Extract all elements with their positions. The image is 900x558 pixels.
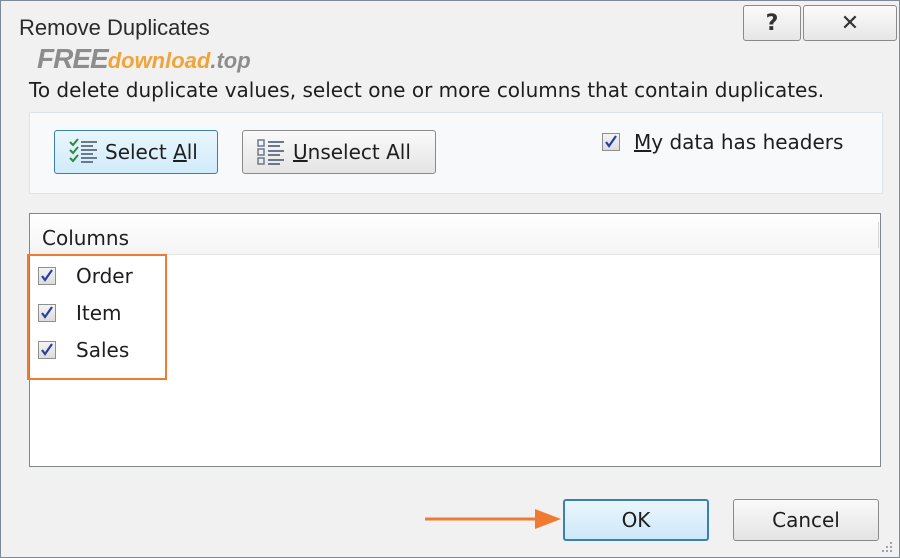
headers-checkbox-box[interactable] bbox=[602, 133, 620, 151]
help-icon: ? bbox=[765, 10, 779, 36]
select-all-icon bbox=[69, 138, 97, 163]
checkmark-icon bbox=[41, 306, 53, 319]
checkmark-icon bbox=[605, 135, 617, 148]
column-item-label: Item bbox=[76, 301, 122, 325]
watermark-tld: .top bbox=[210, 48, 251, 73]
select-all-button[interactable]: Select All bbox=[54, 130, 218, 174]
columns-header: Columns bbox=[30, 214, 880, 255]
column-sales-label: Sales bbox=[76, 338, 130, 362]
my-data-has-headers-checkbox[interactable]: My data has headers bbox=[602, 130, 843, 154]
column-item-checkbox[interactable] bbox=[38, 304, 56, 322]
column-item-sales[interactable]: Sales bbox=[38, 338, 129, 362]
column-item-item[interactable]: Item bbox=[38, 301, 122, 325]
checkmark-icon bbox=[41, 343, 53, 356]
watermark-download: download bbox=[107, 48, 211, 73]
watermark-free: FREE bbox=[37, 43, 109, 74]
pointer-arrow-icon bbox=[425, 509, 561, 529]
cancel-button[interactable]: Cancel bbox=[733, 499, 879, 541]
column-order-label: Order bbox=[76, 264, 133, 288]
unselect-all-label: Unselect All bbox=[293, 140, 411, 164]
watermark-logo: FREEdownload.top bbox=[37, 43, 251, 74]
close-button[interactable]: ✕ bbox=[803, 5, 897, 41]
unselect-all-button[interactable]: Unselect All bbox=[242, 130, 436, 174]
resize-grip-icon[interactable] bbox=[881, 541, 893, 553]
column-item-order[interactable]: Order bbox=[38, 264, 133, 288]
column-order-checkbox[interactable] bbox=[38, 267, 56, 285]
column-sales-checkbox[interactable] bbox=[38, 341, 56, 359]
unselect-all-icon bbox=[257, 139, 284, 165]
ok-button[interactable]: OK bbox=[563, 499, 709, 541]
headers-checkbox-label: My data has headers bbox=[634, 130, 844, 154]
help-button[interactable]: ? bbox=[743, 5, 801, 41]
columns-listbox[interactable]: Columns Order Item Sales bbox=[29, 213, 881, 467]
selection-panel: Select All Unselect All My data has head… bbox=[29, 112, 883, 194]
select-all-label: Select All bbox=[105, 140, 198, 164]
remove-duplicates-dialog: Remove Duplicates FREEdownload.top ? ✕ T… bbox=[0, 0, 900, 558]
dialog-title: Remove Duplicates bbox=[19, 15, 210, 40]
header-divider bbox=[878, 222, 879, 248]
title-bar: Remove Duplicates FREEdownload.top ? ✕ bbox=[1, 1, 899, 74]
instruction-text: To delete duplicate values, select one o… bbox=[29, 78, 825, 102]
columns-header-label: Columns bbox=[42, 226, 130, 250]
checkmark-icon bbox=[41, 269, 53, 282]
close-icon: ✕ bbox=[840, 10, 860, 36]
